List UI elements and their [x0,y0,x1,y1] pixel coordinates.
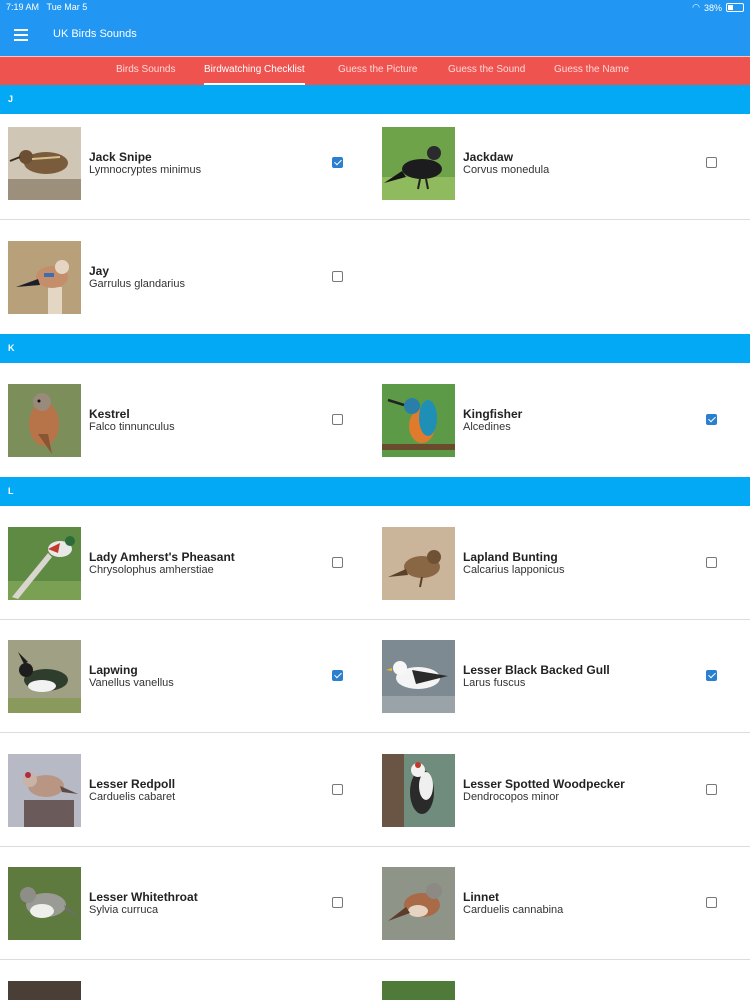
seen-checkbox[interactable] [706,670,717,681]
status-time-date: 7:19 AM Tue Mar 5 [6,2,87,12]
bird-name: Lesser Spotted Woodpecker [463,777,625,791]
bird-name: Lady Amherst's Pheasant [89,550,235,564]
bird-item-lesser-redpoll[interactable]: Lesser Redpoll Carduelis cabaret [8,754,373,828]
bird-item-jackdaw[interactable]: Jackdaw Corvus monedula [382,127,747,201]
seen-checkbox[interactable] [706,557,717,568]
row-divider [0,846,750,847]
bird-photo-partial [8,981,81,1000]
bird-name: Kestrel [89,407,130,421]
bird-name: Lapland Bunting [463,550,558,564]
bird-latin-name: Vanellus vanellus [89,677,174,689]
bird-latin-name: Lymnocryptes minimus [89,164,202,176]
menu-icon[interactable] [10,24,32,46]
bird-photo-partial [382,981,455,1000]
bird-latin-name: Chrysolophus amherstiae [89,564,214,576]
bird-photo [8,527,81,600]
tab-birds-sounds[interactable]: Birds Sounds [116,64,175,75]
status-date: Tue Mar 5 [46,2,88,12]
bird-item-lesser-whitethroat[interactable]: Lesser Whitethroat Sylvia curruca [8,867,373,941]
bird-item-lapwing[interactable]: Lapwing Vanellus vanellus [8,640,373,714]
bird-photo [382,754,455,827]
bird-name: Lesser Whitethroat [89,890,198,904]
tab-guess-the-sound[interactable]: Guess the Sound [448,64,525,75]
seen-checkbox[interactable] [332,670,343,681]
bird-latin-name: Larus fuscus [463,677,526,689]
tab-guess-the-name[interactable]: Guess the Name [554,64,629,75]
section-header-k: K [0,334,750,363]
status-bar: 7:19 AM Tue Mar 5 ◠ 38% [0,0,750,14]
tab-bar: Birds Sounds Birdwatching Checklist Gues… [0,56,750,85]
bird-item-jack-snipe[interactable]: Jack Snipe Lymnocryptes minimus [8,127,373,201]
bird-latin-name: Corvus monedula [463,164,550,176]
bird-latin-name: Dendrocopos minor [463,791,559,803]
bird-latin-name: Sylvia curruca [89,904,159,916]
bird-item-lesser-black-backed-gull[interactable]: Lesser Black Backed Gull Larus fuscus [382,640,747,714]
bird-photo [8,127,81,200]
bird-item-kestrel[interactable]: Kestrel Falco tinnunculus [8,384,373,458]
app-bar: UK Birds Sounds [0,14,750,56]
tab-guess-the-picture[interactable]: Guess the Picture [338,64,417,75]
bird-photo [382,867,455,940]
seen-checkbox[interactable] [706,414,717,425]
bird-photo [382,640,455,713]
bird-photo [8,867,81,940]
bird-item-kingfisher[interactable]: Kingfisher Alcedines [382,384,747,458]
row-divider [0,959,750,960]
bird-photo [382,384,455,457]
bird-name: Lesser Black Backed Gull [463,663,610,677]
bird-latin-name: Garrulus glandarius [89,278,185,290]
bird-latin-name: Falco tinnunculus [89,421,175,433]
seen-checkbox[interactable] [332,271,343,282]
seen-checkbox[interactable] [332,157,343,168]
bird-item-linnet[interactable]: Linnet Carduelis cannabina [382,867,747,941]
status-time: 7:19 AM [6,2,40,12]
bird-latin-name: Calcarius lapponicus [463,564,565,576]
bird-item-lapland-bunting[interactable]: Lapland Bunting Calcarius lapponicus [382,527,747,601]
bird-latin-name: Alcedines [463,421,511,433]
wifi-icon: ◠ [692,2,700,12]
bird-name: Kingfisher [463,407,523,421]
bird-item-jay[interactable]: Jay Garrulus glandarius [8,241,373,315]
bird-photo [8,384,81,457]
row-divider [0,732,750,733]
bird-name: Linnet [463,890,499,904]
bird-photo [8,754,81,827]
seen-checkbox[interactable] [706,157,717,168]
bird-item-lesser-spotted-woodpecker[interactable]: Lesser Spotted Woodpecker Dendrocopos mi… [382,754,747,828]
bird-name: Lapwing [89,663,138,677]
section-header-l: L [0,477,750,506]
status-right: ◠ 38% [692,2,744,13]
bird-photo [8,640,81,713]
battery-icon [726,3,744,12]
bird-latin-name: Carduelis cannabina [463,904,564,916]
bird-latin-name: Carduelis cabaret [89,791,176,803]
bird-item-lady-amhersts-pheasant[interactable]: Lady Amherst's Pheasant Chrysolophus amh… [8,527,373,601]
seen-checkbox[interactable] [332,897,343,908]
bird-photo [382,127,455,200]
section-header-j: J [0,85,750,114]
seen-checkbox[interactable] [706,897,717,908]
tab-birdwatching-checklist[interactable]: Birdwatching Checklist [204,64,305,85]
row-divider [0,619,750,620]
bird-photo [8,241,81,314]
bird-photo [382,527,455,600]
seen-checkbox[interactable] [332,414,343,425]
bird-name: Lesser Redpoll [89,777,176,791]
app-title: UK Birds Sounds [53,28,137,40]
row-divider [0,219,750,220]
seen-checkbox[interactable] [332,784,343,795]
seen-checkbox[interactable] [706,784,717,795]
bird-name: Jay [89,264,110,278]
bird-name: Jackdaw [463,150,514,164]
battery-level: 38% [703,2,722,13]
seen-checkbox[interactable] [332,557,343,568]
bird-name: Jack Snipe [89,150,152,164]
